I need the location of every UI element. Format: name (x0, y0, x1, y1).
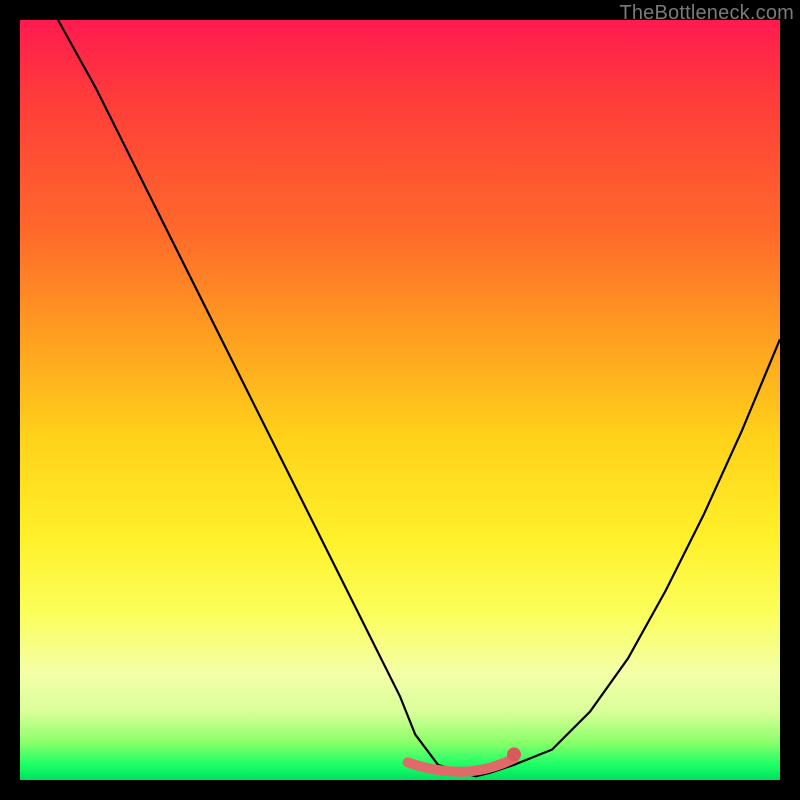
gradient-background (20, 20, 780, 780)
chart-frame: TheBottleneck.com (0, 0, 800, 800)
plot-area (20, 20, 780, 780)
